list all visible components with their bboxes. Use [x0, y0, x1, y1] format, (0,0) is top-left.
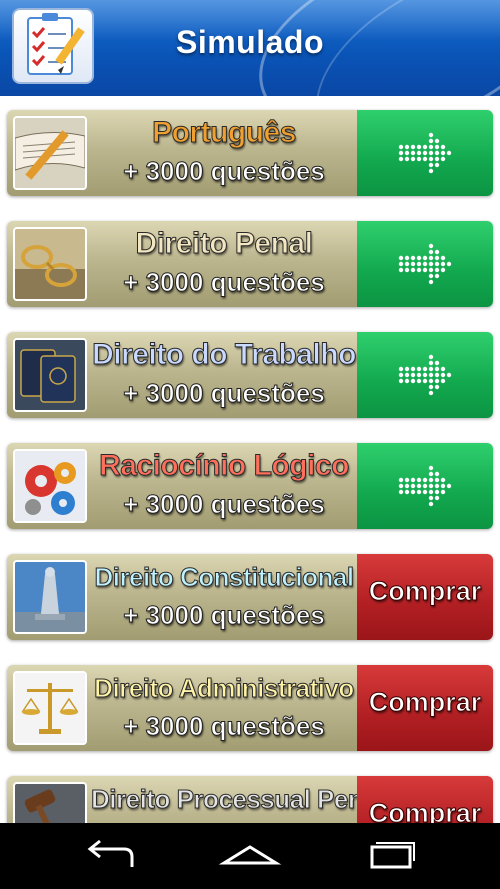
arrow-right-icon [398, 354, 452, 396]
subject-title: Português [91, 116, 357, 150]
buy-button-label: Comprar [368, 687, 482, 718]
question-count: + 3000 questões [123, 711, 326, 742]
subject-panel[interactable]: Direito Constitucional + 3000 questões [7, 554, 357, 640]
subject-panel[interactable]: Direito Administrativo + 3000 questões [7, 665, 357, 751]
system-navigation-bar [0, 823, 500, 889]
buy-button[interactable]: Comprar [357, 776, 493, 823]
open-simulado-button[interactable] [357, 443, 493, 529]
buy-button[interactable]: Comprar [357, 554, 493, 640]
subject-panel[interactable]: Raciocínio Lógico + 3000 questões [7, 443, 357, 529]
subject-title: Direito Processual Penal [91, 784, 385, 815]
arrow-right-icon [398, 465, 452, 507]
list-item[interactable]: Direito Constitucional + 3000 questões C… [7, 554, 493, 640]
subject-panel[interactable]: Português + 3000 questões [7, 110, 357, 196]
list-item[interactable]: Direito Administrativo + 3000 questões C… [7, 665, 493, 751]
home-button[interactable] [210, 833, 290, 879]
arrow-right-icon [398, 132, 452, 174]
recents-button[interactable] [350, 833, 430, 879]
question-count: + 3000 questões [123, 489, 326, 520]
open-simulado-button[interactable] [357, 332, 493, 418]
handcuffs-icon [13, 227, 87, 301]
gears-icon [13, 449, 87, 523]
subject-panel[interactable]: Direito Processual Penal [7, 776, 385, 823]
app-header: Simulado [0, 0, 500, 96]
gavel-icon [13, 782, 87, 823]
list-item[interactable]: Raciocínio Lógico + 3000 questões [7, 443, 493, 529]
list-item[interactable]: Português + 3000 questões [7, 110, 493, 196]
question-count: + 3000 questões [123, 156, 326, 187]
page-title: Simulado [175, 24, 324, 60]
home-icon [218, 845, 282, 865]
buy-button[interactable]: Comprar [357, 665, 493, 751]
open-simulado-button[interactable] [357, 110, 493, 196]
checklist-icon [12, 8, 94, 84]
open-simulado-button[interactable] [357, 221, 493, 307]
subject-title: Raciocínio Lógico [99, 449, 350, 483]
back-button[interactable] [70, 833, 150, 879]
subject-title: Direito Administrativo [94, 673, 355, 704]
subject-title: Direito Penal [135, 227, 313, 261]
subject-panel[interactable]: Direito Penal + 3000 questões [7, 221, 357, 307]
question-count: + 3000 questões [123, 600, 326, 631]
question-count: + 3000 questões [123, 378, 326, 409]
back-icon [87, 839, 134, 867]
list-item[interactable]: Direito do Trabalho + 3000 questões [7, 332, 493, 418]
subject-title: Direito Constitucional [94, 562, 355, 593]
buy-button-label: Comprar [368, 576, 482, 607]
subject-panel[interactable]: Direito do Trabalho + 3000 questões [7, 332, 357, 418]
book-pencil-icon [13, 116, 87, 190]
subject-title: Direito do Trabalho [92, 338, 357, 372]
work-card-icon [13, 338, 87, 412]
subject-list[interactable]: Português + 3000 questões Direito Penal … [0, 96, 500, 823]
scales-icon [13, 671, 87, 745]
arrow-right-icon [398, 243, 452, 285]
list-item[interactable]: Direito Penal + 3000 questões [7, 221, 493, 307]
justice-statue-icon [13, 560, 87, 634]
list-item[interactable]: Direito Processual Penal Comprar [7, 776, 493, 823]
question-count: + 3000 questões [123, 267, 326, 298]
buy-button-label: Comprar [368, 798, 482, 824]
recents-icon [370, 842, 415, 869]
